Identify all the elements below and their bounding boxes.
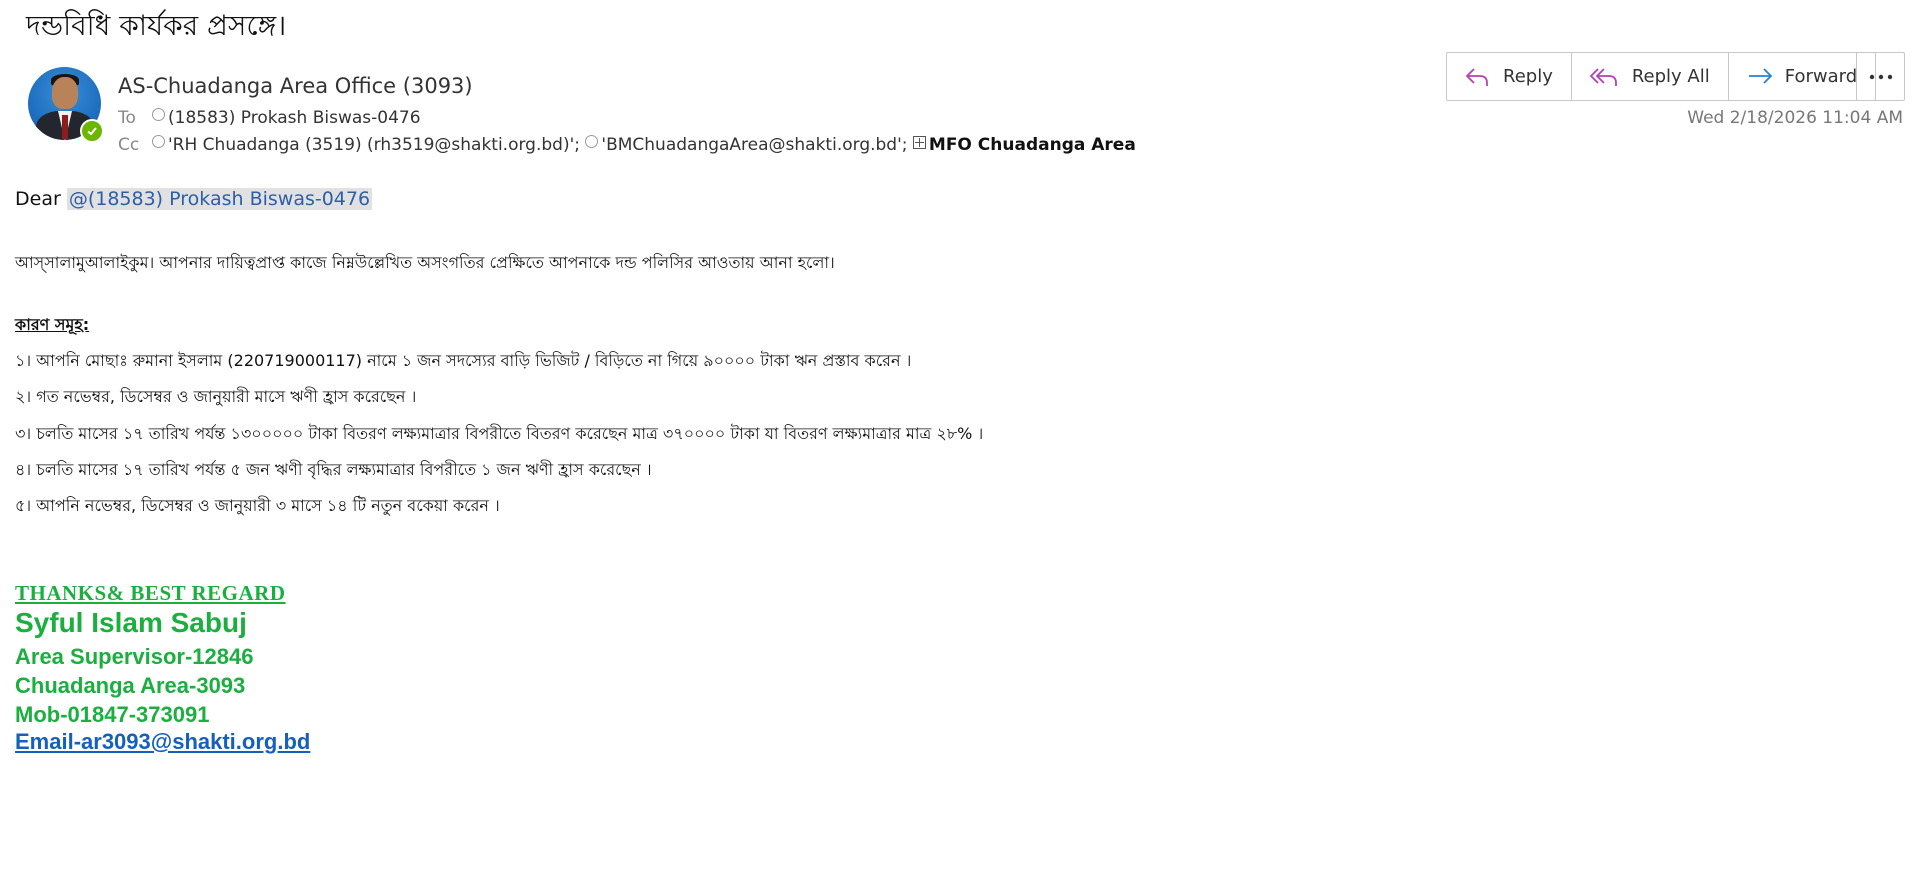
reason-item: ৩। চলতি মাসের ১৭ তারিখ পর্যন্ত ১৩০০০০০ ট… [15,424,984,443]
recipient-status-icon [152,135,165,148]
signature-email-link[interactable]: Email-ar3093@shakti.org.bd [15,729,310,755]
recipient-status-icon [152,108,165,121]
dear-text: Dear [15,188,61,210]
reply-label: Reply [1503,66,1553,87]
sent-date: Wed 2/18/2026 11:04 AM [1687,108,1903,128]
cc-recipient[interactable]: 'BMChuadangaArea@shakti.org.bd'; [601,135,907,155]
to-recipient[interactable]: (18583) Prokash Biswas-0476 [168,108,421,128]
reason-item: ২। গত নভেম্বর, ডিসেম্বর ও জানুয়ারী মাসে… [15,387,417,406]
signature-mobile: Mob-01847-373091 [15,702,210,727]
cc-label: Cc [118,135,140,155]
reason-item: ৫। আপনি নভেম্বর, ডিসেম্বর ও জানুয়ারী ৩ … [15,496,500,515]
reply-all-button[interactable]: Reply All [1572,53,1729,100]
mention-link[interactable]: @(18583) Prokash Biswas-0476 [66,188,373,210]
sender-name[interactable]: AS-Chuadanga Area Office (3093) [118,74,473,98]
forward-icon [1748,67,1773,84]
message-actions: Reply Reply All Forward [1446,52,1877,101]
signature-area: Chuadanga Area-3093 [15,673,246,698]
cc-line: Cc 'RH Chuadanga (3519) (rh3519@shakti.or… [118,135,1136,155]
expand-group-icon[interactable] [912,136,926,149]
signature-title: Area Supervisor-12846 [15,644,254,669]
reply-all-label: Reply All [1631,66,1710,87]
presence-available-icon [80,119,104,143]
reason-item: ১। আপনি মোছাঃ রুমানা ইসলাম (220719000117… [15,351,912,370]
recipient-status-icon [585,135,599,148]
signature-name: Syful Islam Sabuj [15,607,247,638]
more-icon [1869,74,1892,79]
cc-group-recipient[interactable]: MFO Chuadanga Area [929,135,1136,155]
forward-label: Forward [1784,66,1858,87]
cc-recipient[interactable]: 'RH Chuadanga (3519) (rh3519@shakti.org.… [168,135,580,155]
greeting-paragraph: আস্সালামুআলাইকুম। আপনার দায়িত্বপ্রাপ্ত … [15,253,835,272]
to-label: To [118,108,136,128]
more-actions-button[interactable] [1856,52,1905,101]
email-subject: দন্ডবিধি কার্যকর প্রসঙ্গে। [26,9,287,42]
reply-all-icon [1589,67,1617,86]
signature-thanks: THANKS& BEST REGARD [15,581,286,605]
to-line: To (18583) Prokash Biswas-0476 [118,108,421,128]
reply-button[interactable]: Reply [1447,53,1572,100]
reasons-heading: কারণ সমূহ: [15,315,90,334]
reason-item: ৪। চলতি মাসের ১৭ তারিখ পর্যন্ত ৫ জন ঋণী … [15,460,652,479]
forward-button[interactable]: Forward [1729,53,1875,100]
salutation: Dear @(18583) Prokash Biswas-0476 [15,188,373,210]
reply-icon [1465,67,1488,86]
